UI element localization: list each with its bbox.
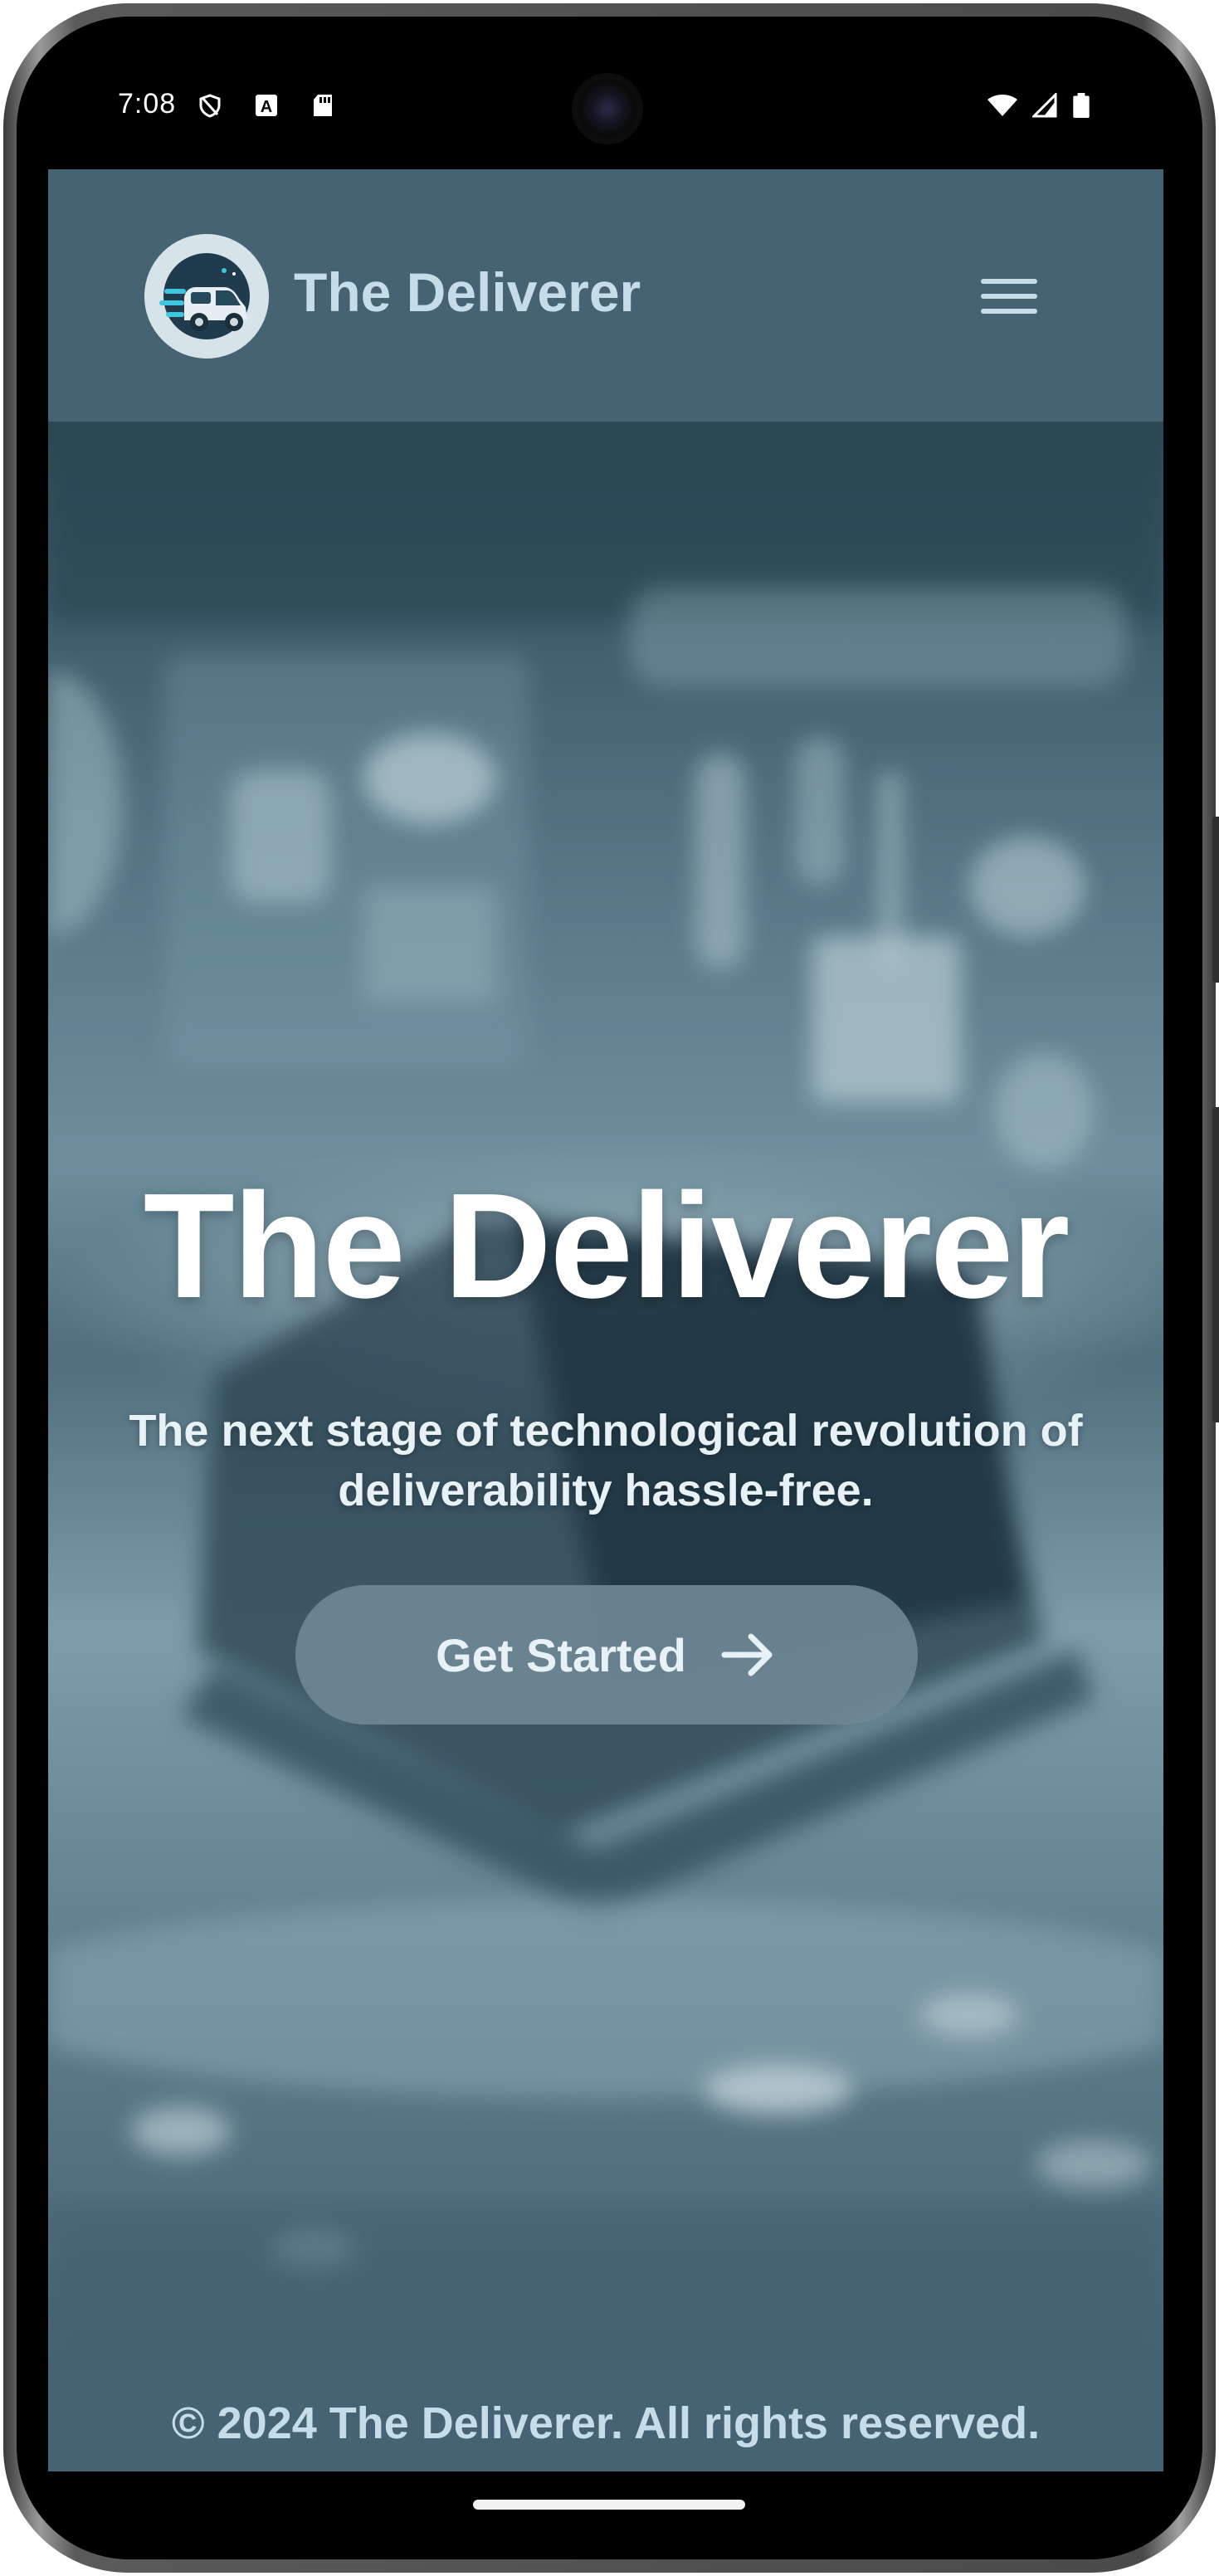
hero-overlay bbox=[48, 422, 1163, 2372]
brand-name[interactable]: The Deliverer bbox=[294, 261, 641, 324]
get-started-button[interactable]: Get Started bbox=[295, 1585, 918, 1725]
menu-line-middle bbox=[981, 294, 1037, 299]
sd-card-icon bbox=[314, 95, 332, 116]
power-button bbox=[1212, 1107, 1219, 1422]
site-header: The Deliverer bbox=[48, 169, 1163, 422]
hero-title: The Deliverer bbox=[143, 1163, 1070, 1329]
front-camera bbox=[575, 76, 640, 141]
home-gesture-bar[interactable] bbox=[473, 2500, 745, 2510]
hero-section: The Deliverer The next stage of technolo… bbox=[48, 422, 1163, 2372]
menu-line-top bbox=[981, 279, 1037, 284]
volume-button bbox=[1212, 817, 1219, 983]
menu-line-bottom bbox=[981, 309, 1037, 314]
battery-icon bbox=[1073, 93, 1090, 118]
copyright-text: © 2024 The Deliverer. All rights reserve… bbox=[171, 2398, 1041, 2448]
hero-subtitle: The next stage of technological revoluti… bbox=[129, 1406, 1083, 1515]
delivery-van-icon[interactable] bbox=[144, 234, 269, 359]
site-footer: © 2024 The Deliverer. All rights reserve… bbox=[48, 2372, 1163, 2471]
status-time: 7:08 bbox=[118, 88, 177, 120]
shield-icon bbox=[199, 94, 221, 118]
app-screen: The Deliverer The Deliverer The next sta… bbox=[48, 169, 1163, 2471]
a-badge-icon: A bbox=[256, 95, 277, 116]
hamburger-menu-icon[interactable] bbox=[978, 267, 1041, 325]
arrow-right-icon bbox=[721, 1633, 773, 1676]
get-started-label: Get Started bbox=[436, 1628, 686, 1681]
svg-text:A: A bbox=[261, 98, 272, 116]
cellular-signal-icon bbox=[1032, 93, 1057, 118]
wifi-icon bbox=[987, 95, 1017, 116]
